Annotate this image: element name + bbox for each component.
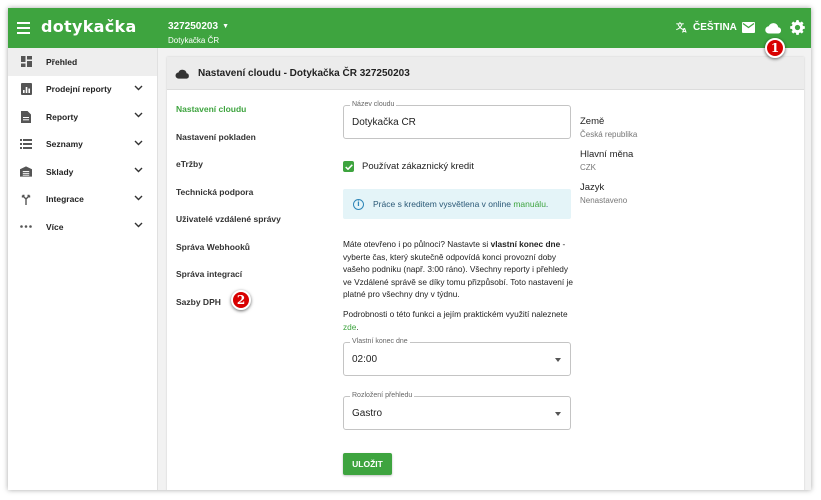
translate-icon: 文A	[676, 21, 687, 34]
cloud-name-field[interactable]: Název cloudu	[343, 101, 571, 139]
dashboard-layout-value: Gastro	[352, 408, 383, 419]
cloud-settings-form: Název cloudu	[343, 101, 571, 139]
checkbox-checked-icon[interactable]	[343, 161, 354, 172]
app-logo[interactable]: dotykačka	[41, 17, 137, 36]
info-text-period: .	[545, 199, 549, 209]
language-info: Jazyk Nenastaveno	[580, 182, 780, 205]
sidebar-item-vice[interactable]: Více	[8, 213, 157, 241]
callout-marker-2: 2	[231, 290, 251, 310]
report-icon	[20, 83, 32, 96]
mail-icon[interactable]	[742, 22, 755, 33]
cloud-icon	[175, 69, 189, 79]
sidebar-item-sklady[interactable]: Sklady	[8, 158, 157, 186]
dropdown-arrow-icon	[555, 412, 561, 416]
cloud-name-input[interactable]	[352, 117, 552, 128]
country-value: Česká republika	[580, 130, 638, 139]
language-info-value: Nenastaveno	[580, 196, 628, 205]
gear-icon[interactable]	[790, 20, 805, 35]
sidebar-item-reporty[interactable]: Reporty	[8, 103, 157, 131]
day-end-select[interactable]: Vlastní konec dne 02:00	[343, 338, 571, 376]
chevron-down-icon	[134, 167, 143, 173]
subnav-item-etrzby[interactable]: eTržby	[176, 158, 326, 186]
subnav-item-sazby-dph[interactable]: Sazby DPH	[176, 296, 326, 324]
save-button[interactable]: ULOŽIT	[343, 453, 392, 475]
desc-text-pre: Máte otevřeno i po půlnoci? Nastavte si	[343, 239, 491, 249]
sidebar-item-label: Více	[46, 221, 64, 232]
language-button[interactable]: 文A ČEŠTINA	[676, 21, 737, 33]
app-window: dotykačka 327250203 ▼ Dotykačka ČR 文A ČEŠ…	[8, 8, 811, 490]
details-note-text: Podrobnosti o této funkci a jejím prakti…	[343, 309, 568, 319]
chevron-down-icon	[134, 85, 143, 90]
top-bar: dotykačka 327250203 ▼ Dotykačka ČR 文A ČEŠ…	[8, 8, 811, 48]
desc-text-bold: vlastní konec dne	[490, 239, 561, 249]
sidebar-item-prodejni-reporty[interactable]: Prodejní reporty	[8, 76, 157, 104]
sidebar-item-label: Přehled	[46, 56, 78, 67]
info-icon: i	[353, 198, 364, 210]
page-title: Nastavení cloudu - Dotykačka ČR 32725020…	[198, 67, 410, 79]
customer-credit-checkbox[interactable]: Používat zákaznický kredit	[343, 161, 474, 172]
manual-link[interactable]: manuálu	[513, 199, 546, 209]
settings-card: Nastavení cloudu - Dotykačka ČR 32725020…	[167, 57, 804, 490]
cloud-name-label: Název cloudu	[350, 101, 397, 108]
currency-label: Hlavní měna	[580, 149, 634, 160]
country-label: Země	[580, 116, 605, 127]
sidebar-item-label: Seznamy	[46, 139, 83, 150]
language-label: ČEŠTINA	[693, 21, 737, 33]
subnav-item-uzivatele-vzdalene-spravy[interactable]: Uživatelé vzdálené správy	[176, 213, 326, 241]
subnav-item-nastaveni-cloudu[interactable]: Nastavení cloudu	[176, 103, 326, 131]
dashboard-layout-select[interactable]: Rozložení přehledu Gastro	[343, 392, 571, 430]
chevron-down-icon	[134, 140, 143, 145]
currency-value: CZK	[580, 163, 596, 172]
warehouse-icon	[20, 166, 32, 178]
info-text: Práce s kreditem vysvětlena v online man…	[373, 199, 548, 209]
details-note: Podrobnosti o této funkci a jejím prakti…	[343, 308, 575, 333]
dropdown-arrow-icon	[555, 358, 561, 362]
chevron-down-icon	[134, 195, 143, 200]
day-end-label: Vlastní konec dne	[350, 338, 410, 345]
dashboard-layout-label: Rozložení přehledu	[350, 392, 415, 399]
customer-credit-label: Používat zákaznický kredit	[362, 161, 474, 172]
list-icon	[20, 138, 32, 150]
more-icon	[20, 221, 32, 233]
country-info: Země Česká republika	[580, 116, 780, 139]
sidebar-item-label: Integrace	[46, 194, 84, 205]
account-switcher[interactable]: 327250203 ▼ Dotykačka ČR	[168, 16, 229, 45]
currency-info: Hlavní měna CZK	[580, 149, 780, 172]
day-end-value: 02:00	[352, 354, 378, 365]
account-name: Dotykačka ČR	[168, 36, 220, 45]
cloud-info-panel: Země Česká republika Hlavní měna CZK Jaz…	[580, 116, 780, 215]
document-icon	[20, 110, 32, 123]
chevron-down-icon	[134, 112, 143, 118]
card-header: Nastavení cloudu - Dotykačka ČR 32725020…	[167, 57, 804, 90]
subnav-item-nastaveni-pokladen[interactable]: Nastavení pokladen	[176, 131, 326, 159]
subnav-item-sprava-integraci[interactable]: Správa integrací	[176, 268, 326, 296]
svg-text:A: A	[682, 28, 687, 34]
callout-marker-1: 1	[765, 38, 785, 58]
integration-icon	[20, 193, 32, 206]
sidebar-item-prehled[interactable]: Přehled	[8, 48, 157, 76]
details-link[interactable]: zde	[343, 322, 356, 332]
sidebar-item-label: Prodejní reporty	[46, 84, 112, 95]
day-end-description: Máte otevřeno i po půlnoci? Nastavte si …	[343, 238, 575, 301]
caret-down-icon: ▼	[222, 23, 229, 30]
info-text-body: Práce s kreditem vysvětlena v online	[373, 199, 514, 209]
info-banner: i Práce s kreditem vysvětlena v online m…	[343, 189, 571, 219]
sidebar-item-label: Sklady	[46, 166, 74, 177]
language-info-label: Jazyk	[580, 182, 605, 193]
details-note-period: .	[356, 321, 359, 332]
account-id: 327250203	[168, 21, 219, 32]
sidebar: Přehled Prodejní reporty Reporty Seznamy…	[8, 48, 158, 490]
sidebar-item-integrace[interactable]: Integrace	[8, 186, 157, 214]
sidebar-item-seznamy[interactable]: Seznamy	[8, 131, 157, 159]
hamburger-menu-icon[interactable]	[17, 22, 30, 34]
sidebar-item-label: Reporty	[46, 111, 79, 122]
subnav-item-sprava-webhooku[interactable]: Správa Webhooků	[176, 241, 326, 269]
dashboard-icon	[20, 56, 32, 68]
cloud-icon[interactable]	[765, 21, 782, 34]
chevron-down-icon	[134, 222, 143, 228]
subnav-item-technicka-podpora[interactable]: Technická podpora	[176, 186, 326, 214]
settings-subnav: Nastavení cloudu Nastavení pokladen eTrž…	[176, 103, 326, 323]
